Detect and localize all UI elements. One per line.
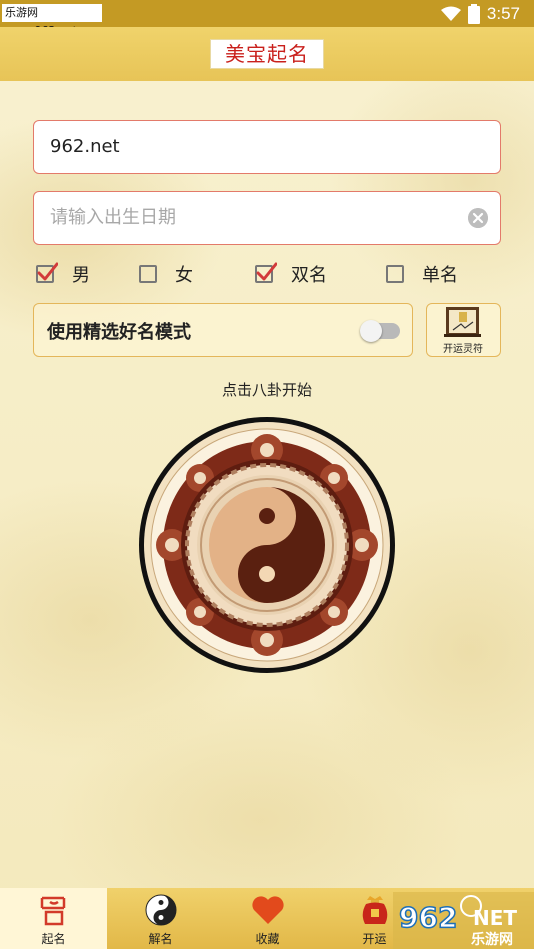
logo-brand: 962 — [399, 901, 457, 934]
option-single-name[interactable]: 单名 — [386, 262, 458, 286]
status-bar: 乐游网 www.962.net 3:57 — [0, 0, 534, 37]
option-male-label: 男 — [72, 265, 90, 286]
watermark-text: 乐游网 www.962.net — [2, 4, 102, 37]
lucky-charm-label: 开运灵符 — [443, 344, 483, 355]
nav-item-favorites[interactable]: 收藏 — [214, 888, 321, 949]
checkbox-female[interactable] — [139, 265, 157, 283]
option-female[interactable]: 女 — [139, 262, 193, 286]
nav-label-interpret: 解名 — [148, 932, 173, 946]
option-female-label: 女 — [175, 265, 193, 286]
logo-suffix: NET — [473, 906, 517, 930]
name-input[interactable]: 962.net — [33, 120, 501, 174]
birth-date-input[interactable]: 请输入出生日期 — [33, 191, 501, 245]
check-icon — [37, 262, 58, 281]
nav-label-favorites: 收藏 — [255, 932, 280, 946]
start-hint: 点击八卦开始 — [221, 381, 312, 399]
nav-item-interpret[interactable]: 解名 — [107, 888, 214, 949]
yin-yang-icon — [209, 487, 325, 603]
nav-item-name[interactable]: 起名 — [0, 888, 107, 949]
logo-sub: 乐游网 — [471, 931, 513, 948]
nav-label-name: 起名 — [41, 932, 66, 946]
battery-icon — [467, 4, 480, 24]
heart-icon — [251, 896, 284, 924]
yin-yang-icon — [145, 894, 176, 926]
premium-mode-row: 使用精选好名模式 — [33, 303, 413, 357]
option-double-name[interactable]: 双名 — [255, 262, 327, 286]
check-icon — [256, 262, 277, 281]
checkbox-double-name[interactable] — [255, 262, 277, 283]
scroll-icon — [444, 307, 481, 337]
name-seal-icon — [40, 896, 65, 926]
site-watermark-logo: 962 NET 乐游网 — [393, 892, 534, 949]
app-header: 美宝起名 — [0, 27, 534, 81]
premium-mode-label: 使用精选好名模式 — [47, 322, 191, 343]
app-title: 美宝起名 — [210, 39, 324, 69]
lucky-bag-icon — [362, 896, 387, 924]
birth-date-placeholder: 请输入出生日期 — [50, 207, 176, 228]
clock: 3:57 — [486, 4, 520, 23]
toggle-knob — [360, 320, 382, 342]
checkbox-male[interactable] — [36, 262, 58, 283]
clear-icon[interactable] — [468, 208, 488, 228]
option-single-name-label: 单名 — [422, 265, 458, 286]
lucky-charm-button[interactable]: 开运灵符 — [426, 303, 501, 357]
wifi-icon — [440, 6, 461, 21]
option-double-name-label: 双名 — [291, 265, 327, 286]
checkbox-single-name[interactable] — [386, 265, 404, 283]
premium-mode-toggle[interactable] — [360, 320, 400, 342]
bagua-start-button[interactable] — [138, 416, 396, 674]
option-male[interactable]: 男 — [36, 262, 90, 286]
